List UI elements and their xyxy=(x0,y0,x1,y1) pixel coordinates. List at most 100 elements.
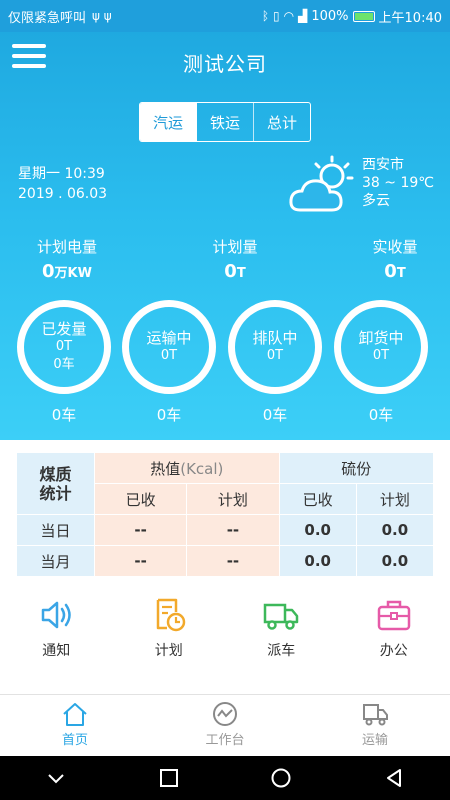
datetime: 星期一 10:39 2019 . 06.03 xyxy=(18,164,107,204)
system-nav-bar xyxy=(0,756,450,800)
cell: -- xyxy=(186,545,280,577)
cell: 0.0 xyxy=(355,514,435,546)
weekday-time: 星期一 10:39 xyxy=(18,166,105,182)
stat-label: 计划电量 xyxy=(36,238,97,256)
vibrate-icon: ▯ xyxy=(273,9,280,23)
row-label: 当月 xyxy=(16,545,95,577)
stat-planned-amount: 计划量 0T xyxy=(190,236,280,282)
stat-value: 0 xyxy=(384,261,397,282)
plan-button[interactable]: 计划 xyxy=(113,596,226,666)
tab-truck[interactable]: 汽运 xyxy=(140,103,197,141)
weather-condition: 多云 xyxy=(362,193,390,209)
home-circle-icon[interactable] xyxy=(270,767,292,789)
ring-unloading[interactable]: 卸货中 0T xyxy=(334,300,428,394)
weather-temp: 38 ~ 19℃ xyxy=(362,175,434,191)
action-label: 计划 xyxy=(154,643,183,659)
ring-in-transit[interactable]: 运输中 0T xyxy=(122,300,216,394)
cell: -- xyxy=(93,545,188,577)
tab-rail[interactable]: 铁运 xyxy=(197,103,254,141)
status-bar: 仅限紧急呼叫 ψ ψ ᛒ ▯ ◠ ▟ 100% 上午10:40 xyxy=(0,0,450,32)
top-bar: 测试公司 xyxy=(0,32,450,88)
ring-count: 0车 xyxy=(368,406,394,424)
dispatch-button[interactable]: 派车 xyxy=(225,596,338,666)
nav-label: 工作台 xyxy=(205,733,245,748)
ring-count: 0车 xyxy=(156,406,182,424)
sub-header: 已收 xyxy=(278,483,357,515)
usb-icon: ψ ψ xyxy=(92,9,112,23)
ring-title: 已发量 xyxy=(41,320,87,338)
signal-icon: ▟ xyxy=(298,9,308,23)
nav-transport[interactable]: 运输 xyxy=(300,695,450,754)
weather-city: 西安市 xyxy=(362,157,404,173)
home-icon xyxy=(63,703,87,726)
truck-icon xyxy=(264,603,299,630)
stat-unit: T xyxy=(236,266,246,281)
ring-queuing[interactable]: 排队中 0T xyxy=(228,300,322,394)
battery-icon xyxy=(352,10,375,22)
notice-button[interactable]: 通知 xyxy=(0,596,113,666)
ring-value: 0T xyxy=(160,348,178,363)
stat-value: 0 xyxy=(224,261,237,282)
nav-label: 运输 xyxy=(361,733,388,748)
table-row: 当日 -- -- 0.0 0.0 xyxy=(16,514,435,546)
cell: 0.0 xyxy=(355,545,435,577)
transport-truck-icon xyxy=(363,704,388,726)
collapse-icon[interactable] xyxy=(45,767,67,789)
dashboard-hero: 测试公司 汽运 铁运 总计 星期一 10:39 2019 . 06.03 西安市… xyxy=(0,32,450,440)
action-label: 办公 xyxy=(379,643,408,659)
weather-info: 西安市 38 ~ 19℃ 多云 xyxy=(362,156,434,210)
cell: 0.0 xyxy=(278,514,357,546)
table-row: 当月 -- -- 0.0 0.0 xyxy=(16,545,435,577)
table-corner: 煤质 统计 xyxy=(16,452,95,515)
bottom-nav: 首页 工作台 运输 xyxy=(0,694,450,754)
wifi-icon: ◠ xyxy=(283,9,295,23)
stat-received-amount: 实收量 0T xyxy=(350,236,440,282)
sub-header: 计划 xyxy=(186,483,280,515)
speaker-icon xyxy=(42,601,71,629)
partly-cloudy-icon xyxy=(289,155,354,212)
date-text: 2019 . 06.03 xyxy=(18,186,108,202)
recents-icon[interactable] xyxy=(158,767,180,789)
back-icon[interactable] xyxy=(383,767,405,789)
stat-label: 计划量 xyxy=(212,238,258,256)
sub-header: 已收 xyxy=(93,483,188,515)
row-label: 当日 xyxy=(16,514,95,546)
action-label: 通知 xyxy=(42,643,71,659)
transport-tabs: 汽运 铁运 总计 xyxy=(139,102,311,142)
page-title: 测试公司 xyxy=(183,52,267,76)
stat-value: 0 xyxy=(42,261,55,282)
action-label: 派车 xyxy=(267,643,296,659)
heat-header: 热值(Kcal) xyxy=(94,452,280,484)
ring-title: 卸货中 xyxy=(358,329,404,347)
nav-workbench[interactable]: 工作台 xyxy=(150,695,300,754)
stat-unit: 万KW xyxy=(54,266,92,281)
sulfur-header: 硫份 xyxy=(278,452,435,484)
plan-clock-icon xyxy=(156,598,185,632)
heat-unit: (Kcal) xyxy=(180,459,224,478)
cell: -- xyxy=(93,514,188,546)
status-time: 上午10:40 xyxy=(378,10,442,26)
nav-home[interactable]: 首页 xyxy=(0,695,150,754)
cell: 0.0 xyxy=(278,545,357,577)
ring-dispatched[interactable]: 已发量 0T 0车 xyxy=(17,300,111,394)
coal-quality-table: 煤质 统计 热值(Kcal) 硫份 已收 计划 已收 计划 当日 -- -- 0.… xyxy=(16,452,435,577)
bluetooth-icon: ᛒ xyxy=(261,9,270,23)
carrier-text: 仅限紧急呼叫 xyxy=(8,10,87,26)
ring-value: 0T xyxy=(266,348,284,363)
quick-actions: 通知 计划 派车 办公 xyxy=(0,596,450,666)
stat-planned-power: 计划电量 0万KW xyxy=(22,236,112,282)
briefcase-icon xyxy=(377,600,410,631)
ring-count: 0车 xyxy=(51,406,77,424)
nav-label: 首页 xyxy=(61,733,88,748)
sub-header: 计划 xyxy=(355,483,435,515)
workbench-icon xyxy=(213,702,237,726)
ring-extra: 0车 xyxy=(53,357,75,372)
stat-unit: T xyxy=(396,266,406,281)
stat-label: 实收量 xyxy=(372,238,418,256)
cell: -- xyxy=(186,514,280,546)
office-button[interactable]: 办公 xyxy=(338,596,450,666)
ring-value: 0T xyxy=(55,339,73,354)
ring-count: 0车 xyxy=(262,406,288,424)
ring-title: 运输中 xyxy=(146,329,192,347)
tab-total[interactable]: 总计 xyxy=(254,103,310,141)
